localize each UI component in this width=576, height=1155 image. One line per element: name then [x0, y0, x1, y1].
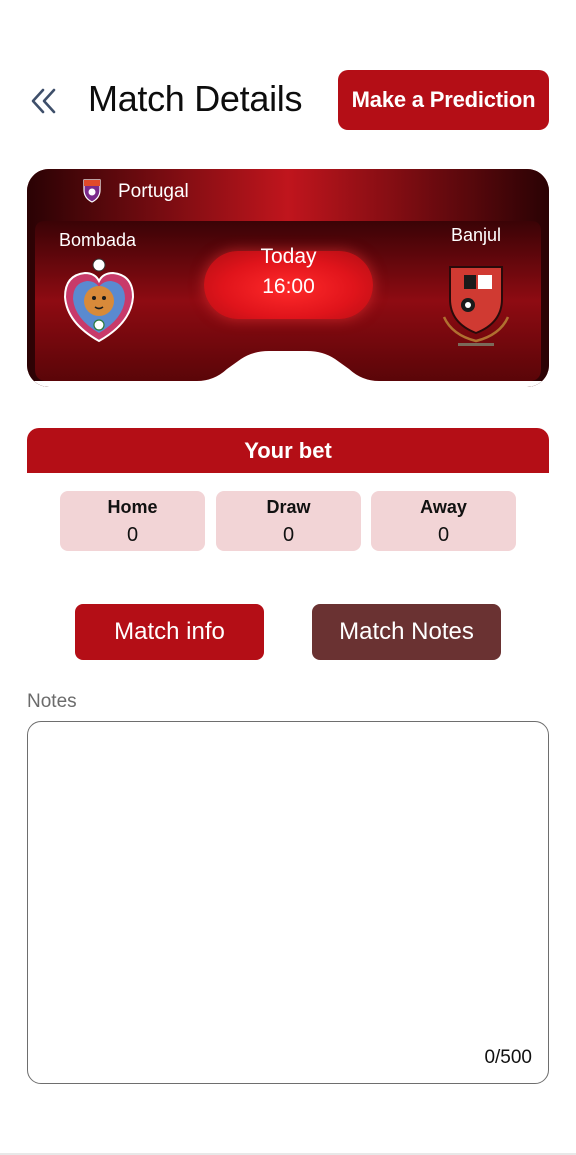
- bet-home-value: 0: [126, 524, 139, 546]
- away-team-name: Banjul: [451, 225, 502, 245]
- match-day: Today: [260, 245, 317, 268]
- bet-away-box: Away 0: [371, 491, 516, 551]
- bet-draw-label: Draw: [266, 497, 311, 517]
- bet-home-label: Home: [107, 497, 158, 517]
- tiger-crest-icon: [63, 258, 135, 343]
- red-shield-crest-icon: [442, 266, 510, 346]
- double-chevron-left-icon[interactable]: [28, 84, 62, 118]
- notes-char-counter: 0/500: [484, 1047, 532, 1068]
- bet-draw-box: Draw 0: [216, 491, 361, 551]
- your-bet-header: Your bet: [27, 428, 549, 473]
- league-name: Portugal: [118, 181, 189, 202]
- match-card: Portugal Bombada Banjul Today 16:00: [27, 169, 549, 387]
- make-prediction-button[interactable]: Make a Prediction: [338, 70, 549, 130]
- tab-match-notes[interactable]: Match Notes: [312, 604, 501, 660]
- bet-home-box: Home 0: [60, 491, 205, 551]
- bet-away-value: 0: [437, 524, 450, 546]
- bet-draw-value: 0: [282, 524, 295, 546]
- home-team-name: Bombada: [59, 230, 137, 250]
- notes-textarea[interactable]: [27, 721, 549, 1084]
- bet-away-label: Away: [420, 497, 467, 517]
- notes-label: Notes: [27, 691, 77, 712]
- page-title: Match Details: [88, 78, 303, 119]
- league-shield-icon: [83, 179, 101, 203]
- tab-match-info[interactable]: Match info: [75, 604, 264, 660]
- match-time: 16:00: [262, 275, 315, 298]
